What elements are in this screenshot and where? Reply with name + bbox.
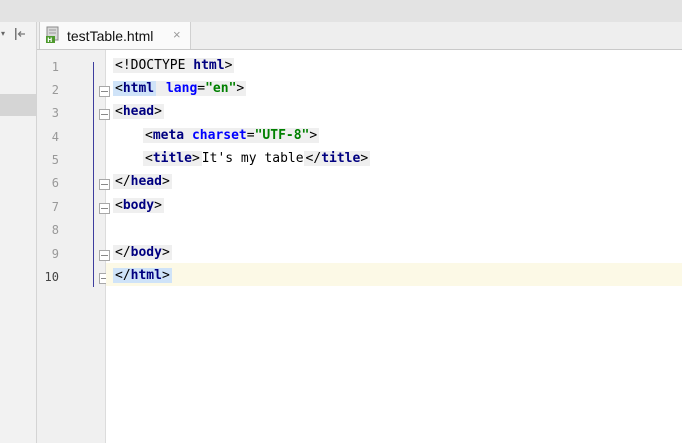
tag-name: html bbox=[122, 81, 155, 96]
tag-name: head bbox=[130, 174, 162, 189]
body-close-tag: </body> bbox=[113, 245, 172, 260]
attribute-name: lang bbox=[165, 81, 198, 96]
line-number: 3 bbox=[51, 106, 59, 120]
fold-marker-icon[interactable] bbox=[99, 86, 110, 97]
selected-tree-item[interactable] bbox=[0, 94, 36, 116]
tab-label: testTable.html bbox=[67, 28, 154, 44]
line-number: 7 bbox=[51, 200, 59, 214]
bracket: </ bbox=[115, 268, 131, 283]
doctype-tag: <!DOCTYPE html> bbox=[113, 58, 235, 73]
head-close-tag: </head> bbox=[113, 174, 172, 189]
fold-marker-icon[interactable] bbox=[99, 109, 110, 120]
attribute-value: "UTF-8" bbox=[254, 128, 310, 143]
editor-tab-bar: H testTable.html × bbox=[37, 22, 682, 50]
bracket: < bbox=[145, 128, 153, 143]
code-line-7: <body> bbox=[113, 195, 164, 217]
code-line-2: <html lang="en"> bbox=[113, 78, 247, 100]
meta-tag: <meta charset="UTF-8"> bbox=[143, 128, 320, 143]
tag-name: html bbox=[130, 268, 162, 283]
bracket: < bbox=[115, 104, 123, 119]
bracket: < bbox=[115, 81, 123, 96]
bracket: > bbox=[191, 151, 200, 166]
fold-marker-icon[interactable] bbox=[99, 179, 110, 190]
line-number: 8 bbox=[51, 223, 59, 237]
project-panel: ▾ bbox=[0, 22, 37, 443]
bracket: > bbox=[224, 58, 233, 73]
html-open-tag: <html bbox=[113, 81, 157, 96]
bracket: < bbox=[115, 198, 123, 213]
bracket: > bbox=[161, 174, 170, 189]
bracket: </ bbox=[115, 174, 131, 189]
bracket: < bbox=[115, 58, 123, 73]
equals: = bbox=[197, 81, 206, 96]
tab-testtable-html[interactable]: H testTable.html × bbox=[39, 22, 191, 49]
bracket: > bbox=[161, 268, 170, 283]
doctype-keyword: !DOCTYPE bbox=[122, 58, 186, 73]
bracket: > bbox=[236, 81, 245, 96]
line-number: 1 bbox=[51, 60, 59, 74]
html-file-icon: H bbox=[46, 26, 59, 44]
head-open-tag: <head> bbox=[113, 104, 164, 119]
tag-name: meta bbox=[152, 128, 185, 143]
tag-name: html bbox=[193, 58, 225, 73]
tag-name: title bbox=[152, 151, 192, 166]
html-open-tag-rest: lang="en"> bbox=[156, 81, 247, 96]
line-number: 4 bbox=[51, 130, 59, 144]
code-line-10: </html> bbox=[113, 265, 172, 287]
tag-name: title bbox=[321, 151, 361, 166]
line-number: 9 bbox=[51, 247, 59, 261]
close-icon[interactable]: × bbox=[173, 27, 181, 42]
attribute-value: "en" bbox=[205, 81, 237, 96]
fold-marker-icon[interactable] bbox=[99, 203, 110, 214]
equals: = bbox=[246, 128, 255, 143]
bracket: > bbox=[154, 104, 162, 119]
title-text: It's my table bbox=[201, 151, 304, 166]
bracket: > bbox=[360, 151, 369, 166]
line-number-gutter: 1 2 3 4 5 6 7 8 9 10 bbox=[37, 50, 110, 443]
attribute-name: charset bbox=[191, 128, 247, 143]
line-number: 2 bbox=[51, 83, 59, 97]
bracket: < bbox=[145, 151, 153, 166]
code-line-3: <head> bbox=[113, 101, 164, 123]
code-line-1: <!DOCTYPE html> bbox=[113, 55, 235, 77]
html-close-tag: </html> bbox=[113, 268, 172, 283]
current-line-highlight bbox=[106, 263, 682, 286]
line-number: 5 bbox=[51, 153, 59, 167]
fold-marker-icon[interactable] bbox=[99, 250, 110, 261]
tag-name: body bbox=[130, 245, 162, 260]
line-number-current: 10 bbox=[44, 270, 59, 284]
title-close-tag: </title> bbox=[303, 151, 371, 166]
tag-name: head bbox=[122, 104, 155, 119]
tag-name: body bbox=[122, 198, 155, 213]
code-line-4: <meta charset="UTF-8"> bbox=[143, 125, 320, 147]
project-panel-toolbar: ▾ bbox=[0, 22, 36, 48]
code-editor[interactable]: 1 2 3 4 5 6 7 8 9 10 <!DOCTYPE html> <ht… bbox=[37, 50, 682, 443]
title-strip bbox=[0, 0, 682, 22]
bracket: </ bbox=[305, 151, 322, 166]
code-line-5: <title> It's my table </title> bbox=[143, 148, 371, 170]
bracket: > bbox=[154, 198, 162, 213]
body-open-tag: <body> bbox=[113, 198, 164, 213]
bracket: </ bbox=[115, 245, 131, 260]
bracket: > bbox=[309, 128, 318, 143]
dropdown-arrow-icon[interactable]: ▾ bbox=[1, 29, 5, 38]
svg-text:H: H bbox=[47, 37, 52, 44]
code-line-6: </head> bbox=[113, 171, 172, 193]
title-open-tag: <title> bbox=[143, 151, 202, 166]
line-number: 6 bbox=[51, 176, 59, 190]
code-line-9: </body> bbox=[113, 242, 172, 264]
collapse-icon[interactable] bbox=[13, 27, 27, 41]
fold-guide-line bbox=[93, 62, 94, 287]
bracket: > bbox=[161, 245, 170, 260]
